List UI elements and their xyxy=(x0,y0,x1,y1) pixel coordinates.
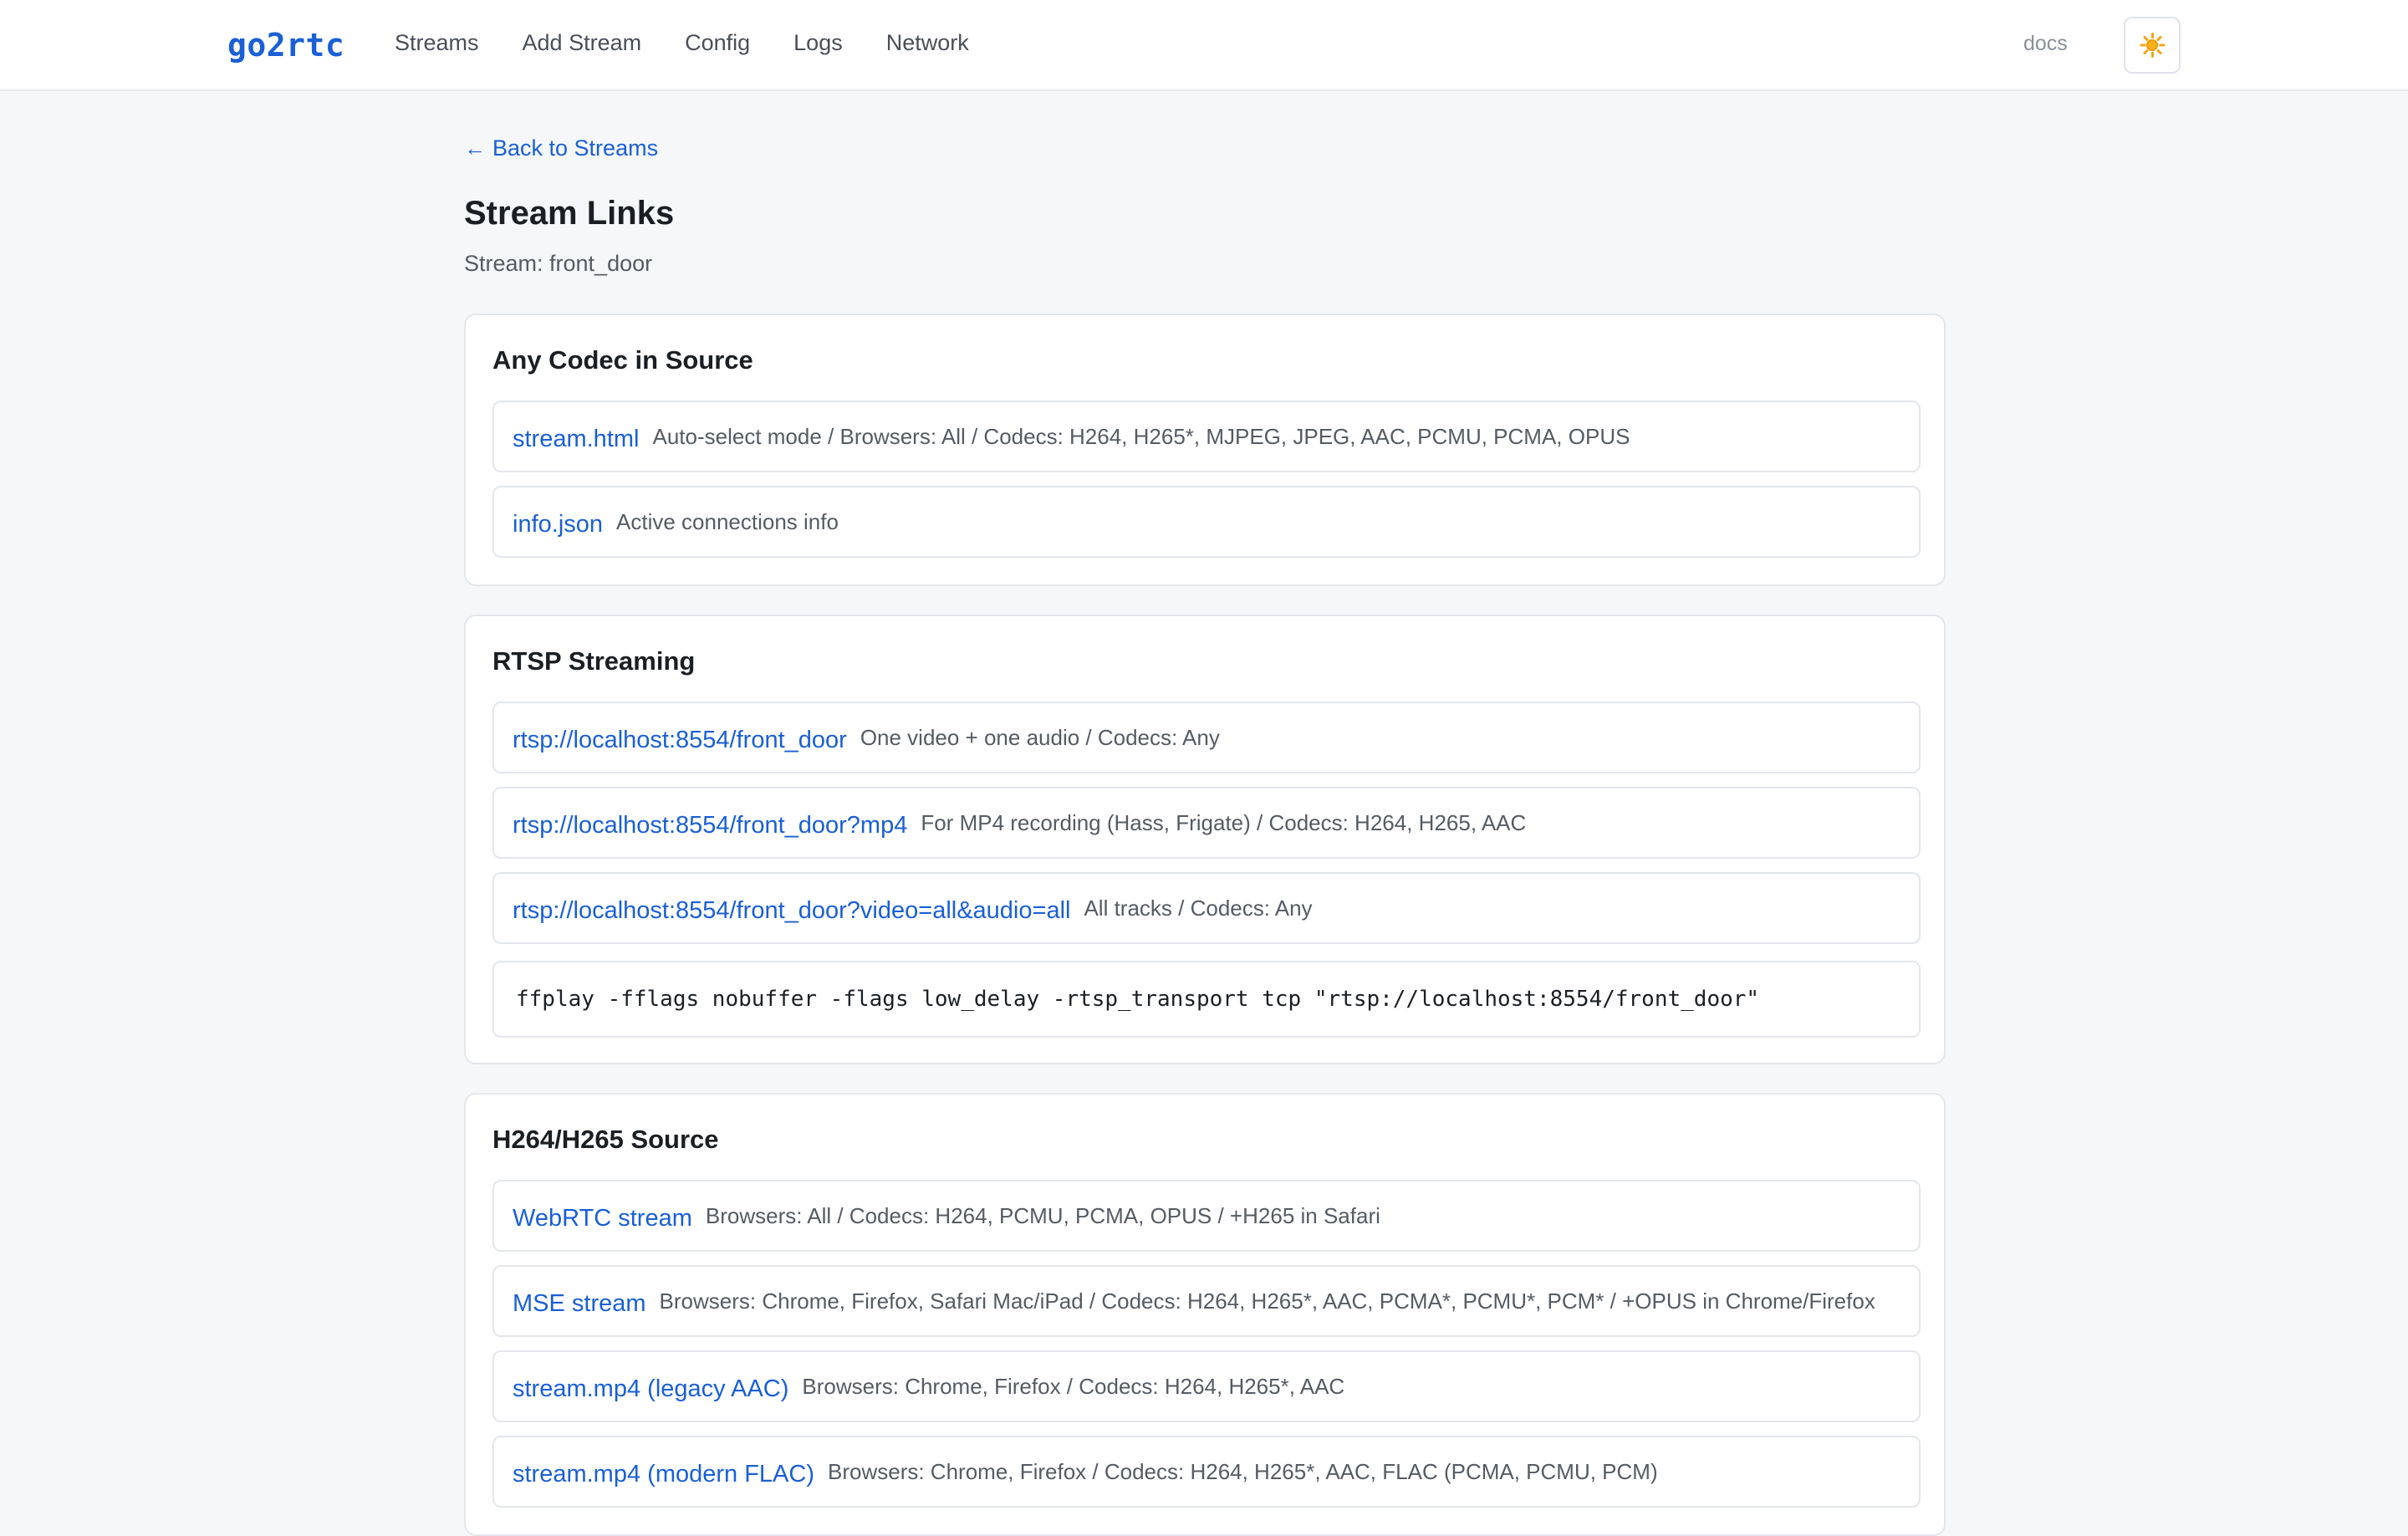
link-description: Auto-select mode / Browsers: All / Codec… xyxy=(652,423,1630,449)
mse-stream-link[interactable]: MSE stream xyxy=(513,1290,646,1318)
rtsp-link[interactable]: rtsp://localhost:8554/front_door xyxy=(513,727,847,754)
rtsp-all-tracks-link[interactable]: rtsp://localhost:8554/front_door?video=a… xyxy=(513,897,1070,925)
theme-toggle-button[interactable] xyxy=(2124,17,2181,74)
info-json-link[interactable]: info.json xyxy=(513,511,603,538)
page-title: Stream Links xyxy=(464,195,675,232)
link-row: stream.mp4 (modern FLAC) Browsers: Chrom… xyxy=(492,1436,1921,1508)
link-row: rtsp://localhost:8554/front_door?video=a… xyxy=(492,872,1921,944)
link-row: WebRTC stream Browsers: All / Codecs: H2… xyxy=(492,1180,1921,1252)
section-title: Any Codec in Source xyxy=(492,345,753,375)
back-link-label: Back to Streams xyxy=(492,135,659,161)
link-row: rtsp://localhost:8554/front_door One vid… xyxy=(492,702,1921,773)
main-content: ← Back to Streams Stream Links Stream: f… xyxy=(464,135,1946,1536)
nav-streams[interactable]: Streams xyxy=(395,30,479,56)
nav-config[interactable]: Config xyxy=(685,30,750,56)
top-navbar: go2rtc Streams Add Stream Config Logs Ne… xyxy=(0,0,2408,91)
nav-network[interactable]: Network xyxy=(886,30,969,56)
sun-icon xyxy=(2140,33,2165,58)
stream-mp4-aac-link[interactable]: stream.mp4 (legacy AAC) xyxy=(513,1375,788,1403)
section-any-codec: Any Codec in Source stream.html Auto-sel… xyxy=(464,314,1946,586)
section-title: RTSP Streaming xyxy=(492,646,696,676)
rtsp-mp4-link[interactable]: rtsp://localhost:8554/front_door?mp4 xyxy=(513,812,907,839)
link-row: stream.html Auto-select mode / Browsers:… xyxy=(492,401,1921,472)
link-row: rtsp://localhost:8554/front_door?mp4 For… xyxy=(492,787,1921,859)
stream-html-link[interactable]: stream.html xyxy=(513,426,639,453)
link-description: For MP4 recording (Hass, Frigate) / Code… xyxy=(921,809,1527,835)
arrow-left-icon: ← xyxy=(464,135,486,161)
nav-logs[interactable]: Logs xyxy=(793,30,843,56)
link-row: MSE stream Browsers: Chrome, Firefox, Sa… xyxy=(492,1265,1921,1337)
section-title: H264/H265 Source xyxy=(492,1125,719,1154)
stream-name: Stream: front_door xyxy=(464,251,653,276)
link-description: Browsers: All / Codecs: H264, PCMU, PCMA… xyxy=(705,1202,1380,1228)
link-description: Browsers: Chrome, Firefox / Codecs: H264… xyxy=(802,1373,1345,1399)
link-row: stream.mp4 (legacy AAC) Browsers: Chrome… xyxy=(492,1350,1921,1422)
link-description: Active connections info xyxy=(616,508,839,534)
section-rtsp: RTSP Streaming rtsp://localhost:8554/fro… xyxy=(464,615,1946,1064)
link-description: All tracks / Codecs: Any xyxy=(1084,895,1313,921)
link-row: info.json Active connections info xyxy=(492,486,1921,558)
docs-link[interactable]: docs xyxy=(2023,32,2068,56)
webrtc-stream-link[interactable]: WebRTC stream xyxy=(513,1205,692,1232)
link-description: One video + one audio / Codecs: Any xyxy=(860,724,1220,750)
app-logo[interactable]: go2rtc xyxy=(227,27,344,64)
main-nav: Streams Add Stream Config Logs Network xyxy=(395,30,969,56)
stream-mp4-flac-link[interactable]: stream.mp4 (modern FLAC) xyxy=(513,1461,814,1488)
link-description: Browsers: Chrome, Firefox / Codecs: H264… xyxy=(828,1458,1658,1484)
section-h264-h265: H264/H265 Source WebRTC stream Browsers:… xyxy=(464,1093,1946,1536)
ffplay-command[interactable]: ffplay -fflags nobuffer -flags low_delay… xyxy=(492,961,1921,1038)
nav-add-stream[interactable]: Add Stream xyxy=(523,30,642,56)
back-to-streams-link[interactable]: ← Back to Streams xyxy=(464,135,658,161)
link-description: Browsers: Chrome, Firefox, Safari Mac/iP… xyxy=(659,1288,1875,1314)
